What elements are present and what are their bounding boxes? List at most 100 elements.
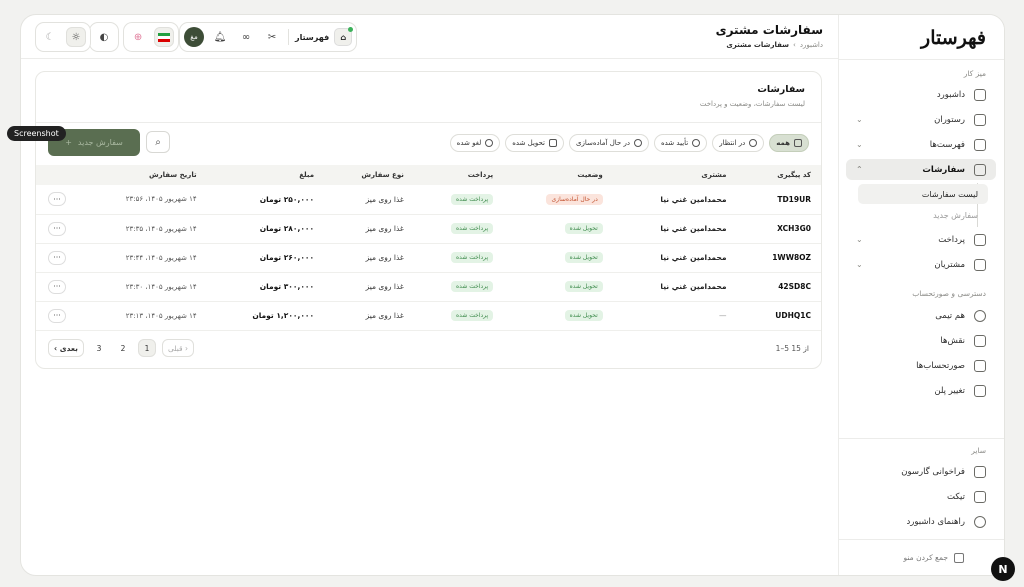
dark-theme-button[interactable]: ☾ [40,27,60,47]
palette-icon: ◐ [99,31,109,43]
new-order-label: سفارش جدید [77,138,123,147]
table-row[interactable]: XCH3G0 محمدامين غني نيا تحویل شده پرداخت… [36,214,821,244]
prev-page-button[interactable]: قبلی › [161,339,194,357]
more-actions-button[interactable]: ··· [48,279,66,294]
sidebar-item-teammates[interactable]: هم تیمی [846,305,996,326]
order-customer: — [612,301,737,331]
status-cell: در حال آماده‌سازی [503,185,613,215]
next-badge-icon[interactable]: N [991,557,1015,581]
user-avatar[interactable]: مغ [184,27,204,47]
actions-cell: ··· [36,214,76,244]
sidebar-item-call-waiter[interactable]: فراخوانی گارسون [846,461,996,482]
col-status[interactable]: وضعیت [503,165,613,185]
col-amount[interactable]: مبلغ [206,165,325,185]
chef-hat-icon [633,139,642,147]
next-page-button[interactable]: ‹ بعدی [48,339,84,357]
sidebar-item-label: پرداخت [938,234,965,245]
invoice-icon [974,359,986,372]
filter-pending[interactable]: در انتظار [712,134,765,152]
more-actions-button[interactable]: ··· [48,192,66,207]
sidebar-item-restaurant[interactable]: رستوران ⌄ [846,109,996,130]
order-date: ۱۴ شهریور ۱۴۰۵، ۲۳:۱۳ [76,301,207,331]
sidebar-item-customers[interactable]: مشتریان ⌄ [846,254,996,275]
store-icon: ⌂ [334,27,354,46]
notifications-button[interactable]: 🔔︎ [210,27,230,47]
online-dot [348,27,354,32]
filter-preparing[interactable]: در حال آماده‌سازی [569,134,649,152]
filter-delivered[interactable]: تحویل شده [505,134,564,152]
store-switcher[interactable]: ⌂ فهرستار [295,27,354,46]
pagination-range: 1–5 از 15 [775,344,809,353]
col-type[interactable]: نوع سفارش [324,165,414,185]
page-3-button[interactable]: 3 [90,339,108,357]
filter-label: در حال آماده‌سازی [576,139,630,147]
order-type: غذا روی میز [324,214,414,244]
collapse-menu-button[interactable]: جمع کردن منو [839,539,1004,575]
sidebar-item-payment[interactable]: پرداخت ⌄ [846,229,996,250]
col-date[interactable]: تاریخ سفارش [76,165,207,185]
sidebar-item-dashboard[interactable]: داشبورد [846,84,996,105]
order-amount: ۲۵۰,۰۰۰ تومان [206,185,325,215]
sidebar-item-label: سفارشات [922,164,965,175]
status-badge: تحویل شده [564,310,603,321]
help-icon [974,515,986,528]
status-filters: همه در انتظار تأیید شده در حال آماده‌ساز… [449,134,809,152]
chevron-down-icon: ⌄ [856,140,863,149]
globe-button[interactable]: ⊕ [128,27,148,47]
light-theme-button[interactable]: ☼ [66,27,86,47]
sidebar-item-invoices[interactable]: صورتحساب‌ها [846,355,996,376]
app-window: فهرستار میز کار داشبورد رستوران ⌄ فهرست‌… [20,14,1005,576]
flag-iran-button[interactable] [154,27,174,47]
store-name: فهرستار [295,32,330,42]
sidebar-item-roles[interactable]: نقش‌ها [846,330,996,351]
col-payment[interactable]: پرداخت [413,165,504,185]
table-row[interactable]: TD19UR محمدامين غني نيا در حال آماده‌ساز… [36,185,821,215]
sidebar-item-menus[interactable]: فهرست‌ها ⌄ [846,134,996,155]
divider [36,122,821,123]
sidebar-subitem-order-list[interactable]: لیست سفارشات [858,184,988,204]
filter-cancelled[interactable]: لغو شده [449,134,501,152]
more-actions-button[interactable]: ··· [48,221,66,236]
package-icon [549,139,557,147]
brand-logo[interactable]: فهرستار [921,27,987,49]
sidebar-item-change-plan[interactable]: تغییر پلن [846,380,996,401]
palette-button[interactable]: ◐ [94,27,114,47]
sidebar-item-label: هم تیمی [935,310,965,321]
table-row[interactable]: 1WW8OZ محمدامين غني نيا تحویل شده پرداخت… [36,243,821,273]
col-code[interactable]: کد پیگیری [736,165,821,185]
chevron-left-icon: › [793,41,796,49]
more-actions-button[interactable]: ··· [48,250,66,265]
page-2-button[interactable]: 2 [114,339,132,357]
clock-icon [749,139,758,147]
payment-cell: پرداخت شده [413,214,504,244]
sidebar-item-ticket[interactable]: تیکت [846,486,996,507]
glasses-button[interactable]: ∞ [236,27,256,47]
order-type: غذا روی میز [324,243,414,273]
sidebar-item-help[interactable]: راهنمای داشبورد [846,511,996,532]
filter-label: تحویل شده [512,139,545,147]
breadcrumb: داشبورد › سفارشات مشتری [726,41,823,49]
table-row[interactable]: 42SD8C محمدامين غني نيا تحویل شده پرداخت… [36,272,821,302]
breadcrumb-item[interactable]: داشبورد [800,41,823,49]
tag-icon [974,233,986,246]
filter-all[interactable]: همه [769,134,809,152]
page-1-button[interactable]: 1 [137,339,156,357]
table-row[interactable]: UDHQ1C — تحویل شده پرداخت شده غذا روی می… [36,301,821,331]
users-icon [974,309,986,322]
payment-cell: پرداخت شده [413,301,504,331]
col-customer[interactable]: مشتری [612,165,737,185]
order-code: UDHQ1C [736,301,821,331]
utensils-button[interactable]: ✂ [262,27,282,47]
sidebar-subitem-new-order[interactable]: سفارش جدید [858,205,988,225]
filter-confirmed[interactable]: تأیید شده [653,134,708,152]
order-customer: محمدامين غني نيا [612,214,737,244]
order-type: غذا روی میز [324,301,414,331]
sidebar-item-orders[interactable]: سفارشات ⌃ [846,159,996,180]
order-amount: ۱,۲۰۰,۰۰۰ تومان [206,301,325,331]
ticket-icon [974,490,986,503]
more-actions-button[interactable]: ··· [48,308,66,323]
prev-label: قبلی [167,343,183,353]
order-amount: ۲۶۰,۰۰۰ تومان [206,243,325,273]
theme-toolbar: ☼ ☾ [35,22,91,52]
search-button[interactable]: ⌕ [146,131,170,153]
